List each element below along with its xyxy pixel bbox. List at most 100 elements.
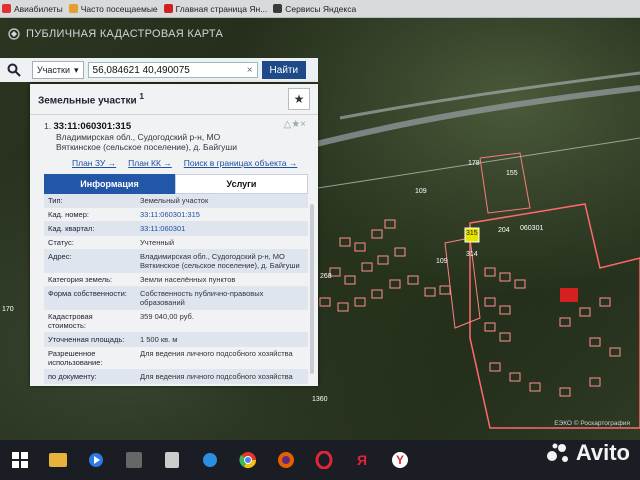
row-value: Земли населённых пунктов bbox=[140, 275, 236, 284]
file-explorer-icon[interactable] bbox=[44, 446, 72, 474]
table-row: Кадастровая стоимость: 359 040,00 руб. bbox=[44, 310, 308, 333]
table-row: Статус: Учтенный bbox=[44, 236, 308, 250]
table-row: Уточненная площадь: 1 500 кв. м bbox=[44, 333, 308, 347]
taskbar: Я Y bbox=[0, 440, 640, 480]
bookmark-label: Авиабилеты bbox=[14, 3, 63, 14]
row-key: Уточненная площадь: bbox=[48, 335, 125, 344]
favorite-button[interactable]: ★ bbox=[288, 88, 310, 110]
table-row: Категория земель: Земли населённых пункто… bbox=[44, 273, 308, 287]
search-type-label: Участки bbox=[37, 65, 70, 75]
table-row: Тип: Земельный участок bbox=[44, 194, 308, 208]
row-value: Земельный участок bbox=[140, 196, 209, 205]
bookmarks-bar: Авиабилеты Часто посещаемые Главная стра… bbox=[0, 0, 640, 18]
edge-icon[interactable] bbox=[196, 446, 224, 474]
search-input[interactable]: 56,084621 40,490075 × bbox=[87, 62, 258, 78]
tab-services[interactable]: Услуги bbox=[175, 174, 308, 194]
row-key: Тип: bbox=[48, 196, 63, 205]
row-key: Адрес: bbox=[48, 252, 72, 261]
row-key: Статус: bbox=[48, 238, 74, 247]
map-label: 155 bbox=[506, 170, 518, 177]
search-type-select[interactable]: Участки ▾ bbox=[32, 61, 84, 79]
map-label: 315 bbox=[466, 230, 478, 237]
search-button[interactable]: Найти bbox=[261, 61, 307, 79]
folder-icon bbox=[273, 4, 283, 13]
svg-text:Y: Y bbox=[396, 453, 404, 467]
bookmark-label: Часто посещаемые bbox=[80, 3, 158, 14]
map-label: 109 bbox=[436, 258, 448, 265]
row-key: Форма собственности: bbox=[48, 289, 127, 298]
watermark-text: Avito bbox=[575, 440, 630, 465]
windows-start-icon[interactable] bbox=[6, 446, 34, 474]
land-plots-panel: Земельные участки 1 ★ 1. 33:11:060301:31… bbox=[30, 84, 318, 386]
row-value: 359 040,00 руб. bbox=[140, 312, 194, 321]
map-label: 170 bbox=[2, 306, 14, 313]
table-row: Форма собственности: Собственность публич… bbox=[44, 287, 308, 310]
map-label: 268 bbox=[320, 273, 332, 280]
item-tools: △★× bbox=[283, 119, 306, 130]
avito-logo-icon bbox=[546, 443, 568, 462]
map-label: 314 bbox=[466, 251, 478, 258]
map-label: 109 bbox=[415, 188, 427, 195]
search-bar: Участки ▾ 56,084621 40,490075 × Найти bbox=[0, 58, 318, 82]
result-item[interactable]: 1. 33:11:060301:315 △★× Владимирская обл… bbox=[30, 115, 318, 154]
search-within-link[interactable]: Поиск в границах объекта → bbox=[184, 158, 298, 168]
item-links: План ЗУ → План КК → Поиск в границах объ… bbox=[30, 154, 318, 172]
star-icon[interactable]: ★ bbox=[291, 119, 300, 130]
map-label: 204 bbox=[498, 227, 510, 234]
opera-icon[interactable] bbox=[310, 446, 338, 474]
clear-icon[interactable]: × bbox=[247, 65, 253, 76]
folder-icon bbox=[68, 4, 78, 13]
map-label: 178 bbox=[468, 160, 480, 167]
plan-zu-link[interactable]: План ЗУ → bbox=[72, 158, 116, 168]
row-value: Для ведения личного подсобного хозяйства bbox=[140, 349, 293, 358]
row-key: Кад. квартал: bbox=[48, 224, 95, 233]
panel-tabs: Информация Услуги bbox=[44, 174, 308, 194]
row-value[interactable]: 33:11:060301 bbox=[136, 222, 308, 235]
table-row: Адрес: Владимирская обл., Судогодский р-н… bbox=[44, 250, 308, 273]
yandex-ya-icon[interactable]: Я bbox=[348, 446, 376, 474]
row-value: Для ведения личного подсобного хозяйства bbox=[140, 372, 293, 381]
cadastral-number[interactable]: 33:11:060301:315 bbox=[53, 121, 131, 132]
logo-icon bbox=[8, 28, 20, 40]
chevron-down-icon: ▾ bbox=[74, 64, 79, 75]
row-key: Кад. номер: bbox=[48, 210, 89, 219]
panel-title-text: Земельные участки bbox=[38, 95, 137, 107]
firefox-icon[interactable] bbox=[272, 446, 300, 474]
panel-title: Земельные участки 1 bbox=[38, 91, 144, 106]
tab-information[interactable]: Информация bbox=[44, 174, 175, 194]
info-table: Тип: Земельный участок Кад. номер: 33:11:0… bbox=[44, 194, 308, 384]
star-icon: ★ bbox=[293, 92, 305, 106]
app-icon[interactable] bbox=[120, 446, 148, 474]
map-label: 1360 bbox=[312, 396, 328, 403]
result-count: 1 bbox=[139, 91, 145, 102]
row-value: Владимирская обл., Судогодский р-н, МО В… bbox=[140, 252, 300, 270]
search-input-value: 56,084621 40,490075 bbox=[92, 64, 190, 76]
close-icon[interactable]: × bbox=[300, 119, 306, 130]
bookmark-yandex-home[interactable]: Главная страница Ян... bbox=[163, 3, 268, 14]
calculator-icon[interactable] bbox=[158, 446, 186, 474]
search-icon[interactable] bbox=[0, 58, 28, 82]
row-key: по документу: bbox=[48, 372, 97, 381]
item-address-line2: Вяткинское (сельское поселение), д. Байг… bbox=[56, 142, 237, 152]
result-index: 1. bbox=[44, 121, 52, 131]
chrome-icon[interactable] bbox=[234, 446, 262, 474]
page-header: ПУБЛИЧНАЯ КАДАСТРОВАЯ КАРТА bbox=[8, 28, 223, 40]
row-key: Разрешенное использование: bbox=[48, 349, 103, 367]
bookmark-aviabilety[interactable]: Авиабилеты bbox=[2, 4, 63, 14]
bookmark-label: Главная страница Ян... bbox=[175, 3, 268, 14]
row-value[interactable]: 33:11:060301:315 bbox=[136, 208, 308, 221]
bookmark-yandex-services[interactable]: Сервисы Яндекса bbox=[273, 4, 356, 14]
map-copyright: ЕЭКО © Роскартография bbox=[554, 420, 630, 427]
table-row: по документу: Для ведения личного подсобн… bbox=[44, 370, 308, 384]
table-row: Кад. квартал: 33:11:060301 bbox=[44, 222, 308, 236]
map-label: 060301 bbox=[520, 225, 544, 232]
panel-header: Земельные участки 1 ★ bbox=[30, 84, 318, 115]
page-title: ПУБЛИЧНАЯ КАДАСТРОВАЯ КАРТА bbox=[26, 28, 224, 40]
yandex-icon bbox=[163, 4, 173, 13]
bookmark-frequent[interactable]: Часто посещаемые bbox=[68, 3, 158, 14]
plan-kk-link[interactable]: План КК → bbox=[128, 158, 172, 168]
yandex-browser-icon[interactable]: Y bbox=[386, 446, 414, 474]
panel-scrollbar[interactable] bbox=[310, 204, 314, 374]
table-row: Разрешенное использование: Для ведения ли… bbox=[44, 347, 308, 370]
media-player-icon[interactable] bbox=[82, 446, 110, 474]
